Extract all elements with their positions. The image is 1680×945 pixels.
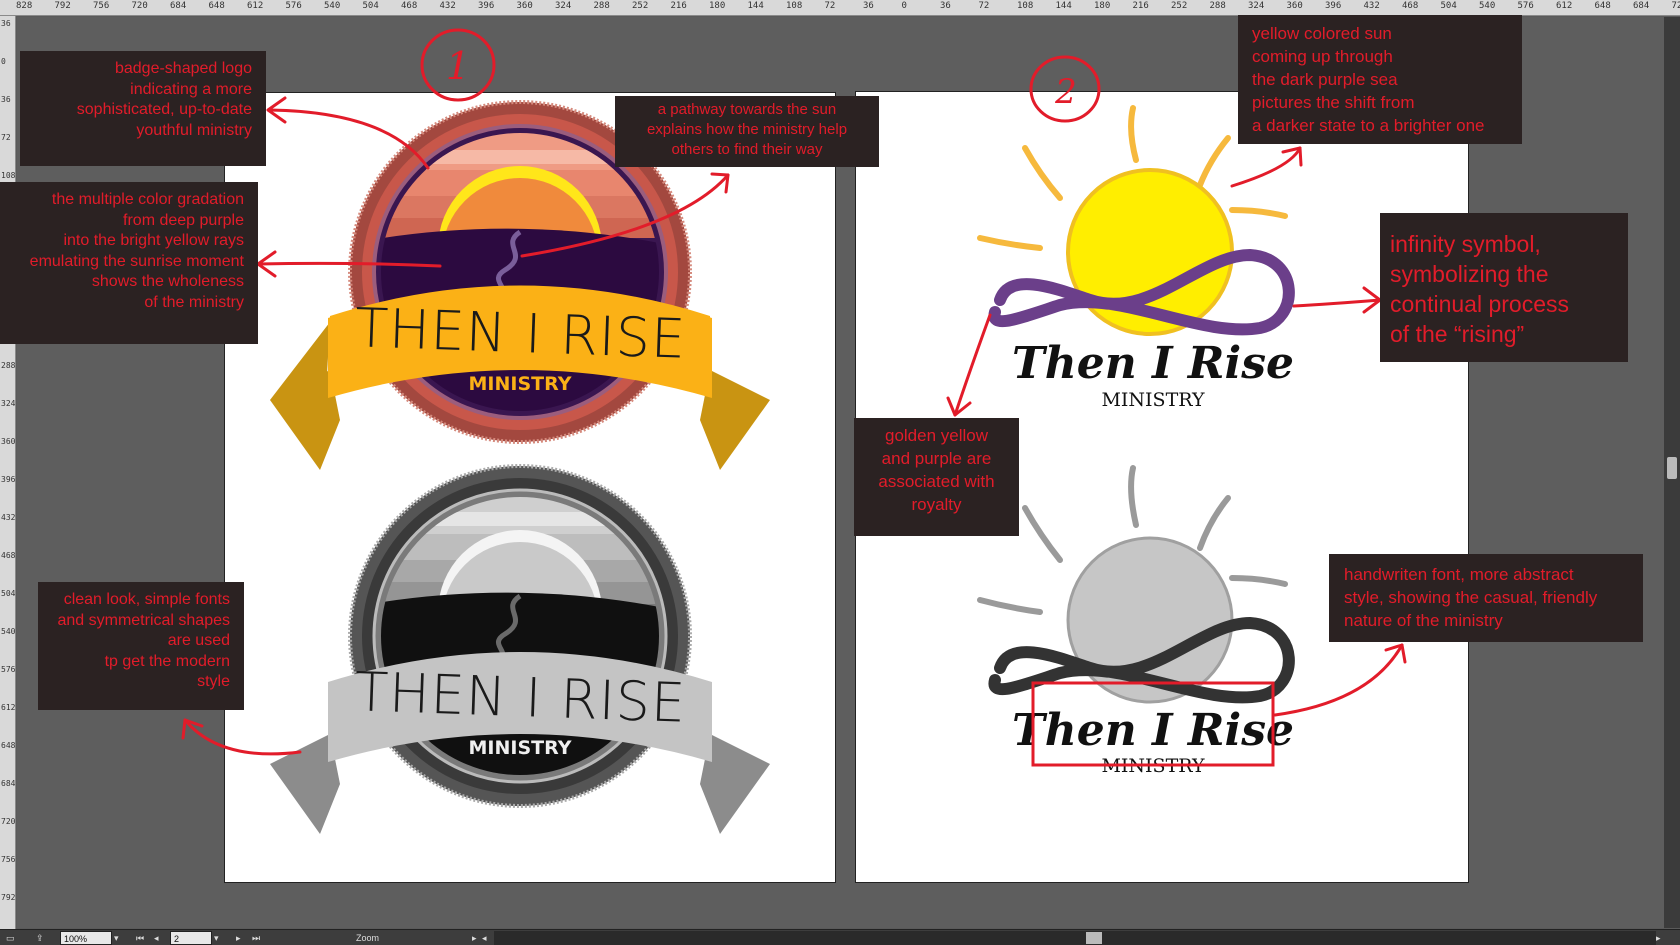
note-clean[interactable]: clean look, simple fonts and symmetrical… xyxy=(38,582,244,710)
scroll-left-icon[interactable]: ◂ xyxy=(482,931,494,945)
page-number-field[interactable]: 2 xyxy=(170,931,212,945)
badge-subtitle-text-grayscale: MINISTRY xyxy=(469,737,572,759)
note-pathway[interactable]: a pathway towards the sun explains how t… xyxy=(615,96,879,167)
badge-subtitle-text: MINISTRY xyxy=(469,373,572,395)
vertical-scroll-thumb[interactable] xyxy=(1667,457,1677,479)
number-1-label: 1 xyxy=(446,44,470,88)
zoom-dropdown-icon[interactable]: ▾ xyxy=(114,931,126,945)
note-gradation[interactable]: the multiple color gradation from deep p… xyxy=(0,182,258,344)
last-page-icon[interactable]: ⏭ xyxy=(252,931,264,945)
previous-page-icon[interactable]: ◂ xyxy=(154,931,166,945)
badge-logo-grayscale xyxy=(270,464,770,834)
note-font[interactable]: handwriten font, more abstract style, sh… xyxy=(1329,554,1643,642)
number-2-label: 2 xyxy=(1054,72,1077,112)
zoom-status-label: Zoom xyxy=(356,933,380,943)
page-dropdown-icon[interactable]: ▾ xyxy=(214,931,226,945)
status-bar: ▭ ⇪ 100% ▾ ⏮ ◂ 2 ▾ ▸ ⏭ Zoom ▸ ◂ ▸ xyxy=(0,929,1680,945)
horizontal-scroll-thumb[interactable] xyxy=(1086,932,1102,944)
preview-mode-icon[interactable]: ▭ xyxy=(6,931,24,945)
next-page-icon[interactable]: ▸ xyxy=(236,931,248,945)
badge-title-text-grayscale: THEN I RISE xyxy=(354,660,687,735)
vertical-scrollbar[interactable] xyxy=(1664,17,1680,928)
script-subtitle-text: MINISTRY xyxy=(1101,389,1205,411)
note-royalty[interactable]: golden yellow and purple are associated … xyxy=(854,418,1019,536)
zoom-level-field[interactable]: 100% xyxy=(60,931,112,945)
note-badge[interactable]: badge-shaped logo indicating a more soph… xyxy=(20,51,266,166)
first-page-icon[interactable]: ⏮ xyxy=(136,931,148,945)
note-sun[interactable]: yellow colored sun coming up through the… xyxy=(1238,15,1522,144)
sun-logo-grayscale xyxy=(977,465,1295,704)
open-icon[interactable]: ⇪ xyxy=(36,931,52,945)
script-title-text: Then I Rise xyxy=(1012,338,1294,389)
script-title-text-grayscale: Then I Rise xyxy=(1012,705,1294,756)
note-infinity[interactable]: infinity symbol, symbolizing the continu… xyxy=(1380,213,1628,362)
badge-title-text: THEN I RISE xyxy=(354,296,687,371)
scroll-right-icon[interactable]: ▸ xyxy=(1656,931,1668,945)
horizontal-scrollbar[interactable] xyxy=(494,931,1656,945)
